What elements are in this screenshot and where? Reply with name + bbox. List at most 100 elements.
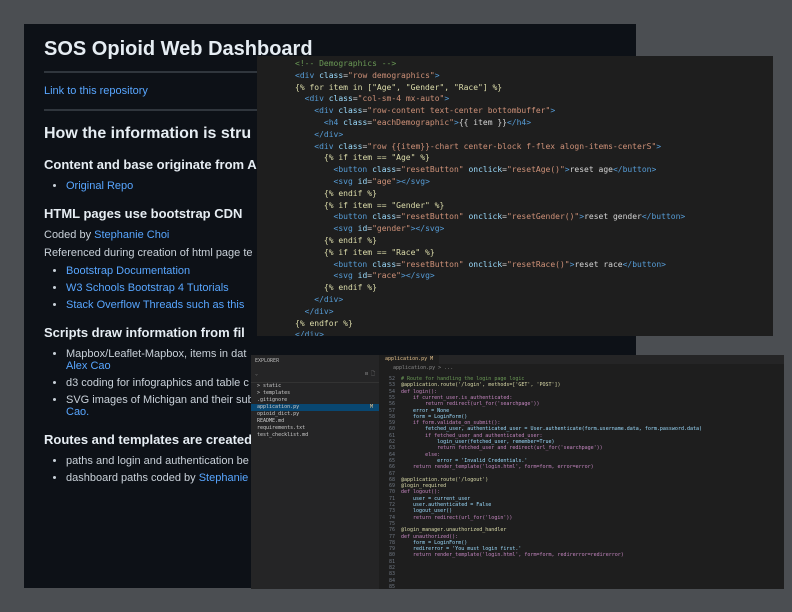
code-line: <button class="resetButton" onclick="res… xyxy=(295,211,773,223)
code-token: class xyxy=(328,94,353,104)
line-number: 82 xyxy=(388,565,395,571)
code-token: {% endif %} xyxy=(323,283,377,293)
line-number: 79 xyxy=(388,546,395,553)
code-token: </button> xyxy=(612,165,657,175)
code-line: return fetched_user and redirect(url_for… xyxy=(401,445,603,452)
code-line: </div> xyxy=(295,294,773,306)
code-token: id xyxy=(357,176,368,186)
code-line: user.authenticated = False xyxy=(401,502,492,508)
code-token: </button> xyxy=(622,259,666,269)
code-token: </button> xyxy=(641,212,686,222)
file-name: > static xyxy=(257,383,282,389)
original-repo-link[interactable]: Original Repo xyxy=(66,180,133,192)
code-token: {% for item in ["Age", "Gender", "Race"]… xyxy=(295,82,503,92)
code-token: "row {{item}}-chart center-block f-flex … xyxy=(367,141,657,151)
file-name: > templates xyxy=(257,390,291,396)
line-number: 58 xyxy=(388,413,395,420)
line-number: 80 xyxy=(388,552,395,559)
file-name: requirements.txt xyxy=(257,425,306,431)
code-line: @login_manager.unauthorized_handler xyxy=(401,527,507,534)
explorer-title: EXPLORER xyxy=(255,358,280,364)
code-line: {% if item == "Gender" %} xyxy=(295,200,773,212)
code-line: </div> xyxy=(295,306,773,318)
code-token: ></svg> xyxy=(396,176,430,186)
code-token: > xyxy=(434,70,440,80)
code-token: class xyxy=(372,212,397,222)
ref-link[interactable]: Stack Overflow Threads such as this xyxy=(66,299,244,311)
code-line: @application.route('/logout') xyxy=(401,476,489,483)
code-token: </div> xyxy=(314,294,344,304)
modified-badge: M xyxy=(369,404,373,410)
code-token: id xyxy=(357,271,368,281)
code-line: </div> xyxy=(295,129,773,141)
explorer-toolbar: 🗋 ⊟ ⌄ xyxy=(251,369,379,383)
collapse-icon[interactable]: ⊟ xyxy=(365,371,368,377)
code-line: return redirect(url_for('searchpage')) xyxy=(401,401,540,408)
code-token: {% if item == "Race" %} xyxy=(323,247,435,257)
code-token: <h4 xyxy=(323,117,344,127)
line-number: 78 xyxy=(388,539,395,546)
code-token: class xyxy=(372,259,397,269)
chevron-down-icon[interactable]: ⌄ xyxy=(255,371,258,377)
explorer-file[interactable]: requirements.txt xyxy=(251,425,379,432)
file-name: README.md xyxy=(257,418,285,424)
explorer-file[interactable]: > templates xyxy=(251,390,379,397)
explorer-file[interactable]: README.md xyxy=(251,418,379,425)
new-file-icon[interactable]: 🗋 xyxy=(371,371,375,379)
code-token: "resetRace()" xyxy=(506,259,570,269)
code-line: {% if item == "Age" %} xyxy=(295,152,773,164)
coded-by-prefix: Coded by xyxy=(44,229,95,241)
coded-by-link[interactable]: Stephanie Choi xyxy=(94,229,169,241)
code-token: <div xyxy=(295,70,320,80)
code-token: id xyxy=(357,224,368,234)
code-token: <button xyxy=(333,212,373,222)
list-item-text: paths and login and authentication be xyxy=(66,455,249,467)
code-token: <div xyxy=(314,141,339,151)
line-number: 62 xyxy=(388,439,395,445)
ref-link[interactable]: Bootstrap Documentation xyxy=(66,265,190,277)
explorer-file[interactable]: .gitignore xyxy=(251,397,379,404)
line-number: 72 xyxy=(388,502,395,508)
line-number: 63 xyxy=(388,445,395,452)
line-number: 61 xyxy=(388,432,395,439)
code-token: {% endif %} xyxy=(323,188,377,198)
author-link[interactable]: Alex Cao xyxy=(66,360,111,372)
explorer-file[interactable]: application.py M xyxy=(251,404,379,411)
explorer-file[interactable]: opioid_dict.py xyxy=(251,411,379,418)
code-token: {% endfor %} xyxy=(295,318,353,328)
code-line: @login_required xyxy=(401,483,447,490)
line-number: 84 xyxy=(388,577,395,584)
code-line: def unauthorized(): xyxy=(401,533,459,540)
author-link[interactable]: Stephanie xyxy=(199,472,249,484)
code-token: <button xyxy=(333,165,373,175)
code-line: form = LoginForm() xyxy=(401,539,468,546)
code-token: reset gender xyxy=(584,212,642,222)
code-line: <svg id="race"></svg> xyxy=(295,270,773,282)
ref-link[interactable]: W3 Schools Bootstrap 4 Tutorials xyxy=(66,282,229,294)
line-number: 71 xyxy=(388,495,395,502)
author-link[interactable]: Cao. xyxy=(66,406,89,418)
line-number: 59 xyxy=(388,420,395,427)
code-line: error = 'Invalid Credentials.' xyxy=(401,457,528,464)
explorer-file[interactable]: test_checklist.md xyxy=(251,432,379,439)
file-name: .gitignore xyxy=(257,397,288,403)
code-line: error = None xyxy=(401,407,450,414)
code-line: {% if item == "Race" %} xyxy=(295,247,773,259)
code-editor[interactable]: 52 # Route for handling the login page lo… xyxy=(379,376,784,589)
tab-application-py[interactable]: application.py M xyxy=(379,355,440,364)
explorer-file[interactable]: > static xyxy=(251,383,379,390)
code-token: </div> xyxy=(314,129,344,139)
code-line: return render_template('login.html', for… xyxy=(401,552,624,559)
code-line: <h4 class="eachDemographic">{{ item }}</… xyxy=(295,117,773,129)
file-name: application.py xyxy=(257,404,300,410)
code-token: "age" xyxy=(372,176,397,186)
code-token: </h4> xyxy=(506,117,532,127)
